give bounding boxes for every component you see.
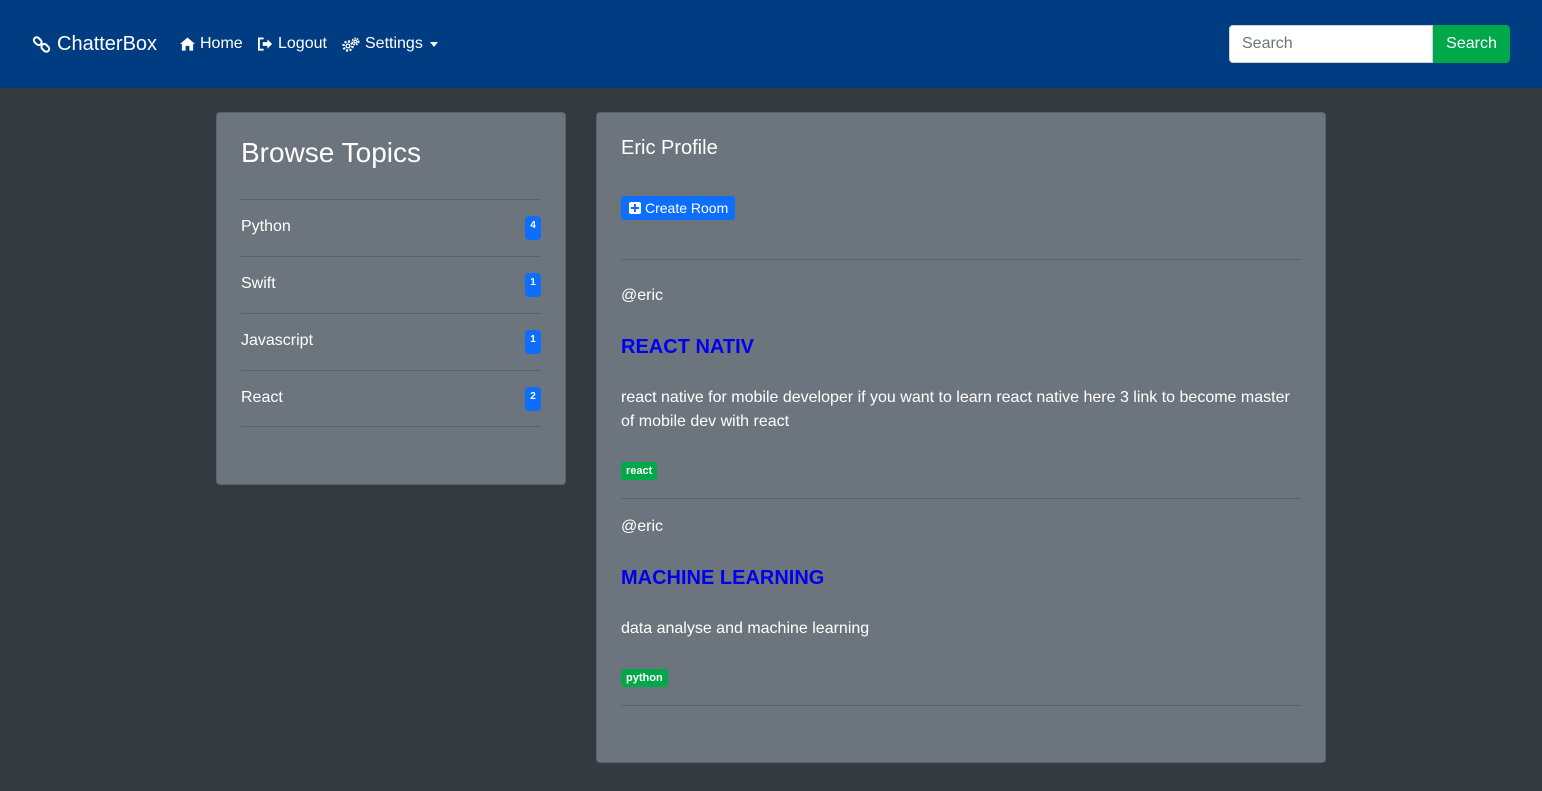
- divider: [621, 498, 1301, 499]
- logout-icon: [258, 37, 273, 51]
- divider: [621, 259, 1301, 260]
- top-navbar: ChatterBox Home Logout Settings Search S…: [0, 0, 1542, 88]
- topic-count-badge: 1: [525, 273, 541, 297]
- chevron-down-icon: [429, 41, 438, 47]
- search-input[interactable]: [1229, 25, 1433, 63]
- room-title-link[interactable]: REACT NATIV: [621, 336, 754, 359]
- create-room-label: Create Room: [645, 200, 729, 216]
- nav-settings-label: Settings: [365, 35, 423, 52]
- topic-count-badge: 2: [525, 387, 541, 411]
- topic-item-python[interactable]: Python 4: [241, 199, 541, 256]
- room-topic-tag[interactable]: react: [621, 462, 658, 480]
- room-host-username[interactable]: @eric: [621, 518, 663, 536]
- topic-label: React: [241, 389, 283, 406]
- topic-item-javascript[interactable]: Javascript 1: [241, 313, 541, 370]
- home-icon: [180, 37, 195, 51]
- room-topic-tag[interactable]: python: [621, 669, 668, 687]
- browse-topics-heading: Browse Topics: [241, 137, 422, 168]
- divider: [621, 705, 1301, 706]
- brand-link[interactable]: ChatterBox: [32, 31, 157, 57]
- topic-item-swift[interactable]: Swift 1: [241, 256, 541, 313]
- nav-logout-label: Logout: [278, 35, 327, 52]
- nav-home-label: Home: [200, 35, 243, 52]
- topic-item-react[interactable]: React 2: [241, 370, 541, 427]
- brand-name: ChatterBox: [57, 32, 158, 55]
- nav-home-link[interactable]: Home: [180, 33, 243, 55]
- topic-count-badge: 1: [525, 330, 541, 354]
- topic-count-badge: 4: [525, 216, 541, 240]
- profile-card: Eric Profile Create Room @eric REACT NAT…: [596, 112, 1326, 763]
- link-icon: [32, 35, 51, 54]
- topic-label: Javascript: [241, 332, 314, 349]
- plus-square-icon: [629, 202, 641, 214]
- browse-topics-card: Browse Topics Python 4 Swift 1 Javascrip…: [216, 112, 566, 485]
- room-host-username[interactable]: @eric: [621, 287, 663, 305]
- gears-icon: [342, 37, 360, 52]
- room-title-link[interactable]: MACHINE LEARNING: [621, 567, 824, 590]
- room-description: data analyse and machine learning: [621, 620, 870, 637]
- create-room-button[interactable]: Create Room: [621, 196, 736, 220]
- nav-logout-link[interactable]: Logout: [258, 33, 327, 55]
- topic-label: Swift: [241, 275, 276, 292]
- topic-label: Python: [241, 218, 291, 235]
- nav-settings-dropdown[interactable]: Settings: [342, 33, 438, 55]
- profile-title: Eric Profile: [621, 137, 718, 159]
- room-description: react native for mobile developer if you…: [621, 389, 1290, 430]
- search-button[interactable]: Search: [1433, 25, 1510, 63]
